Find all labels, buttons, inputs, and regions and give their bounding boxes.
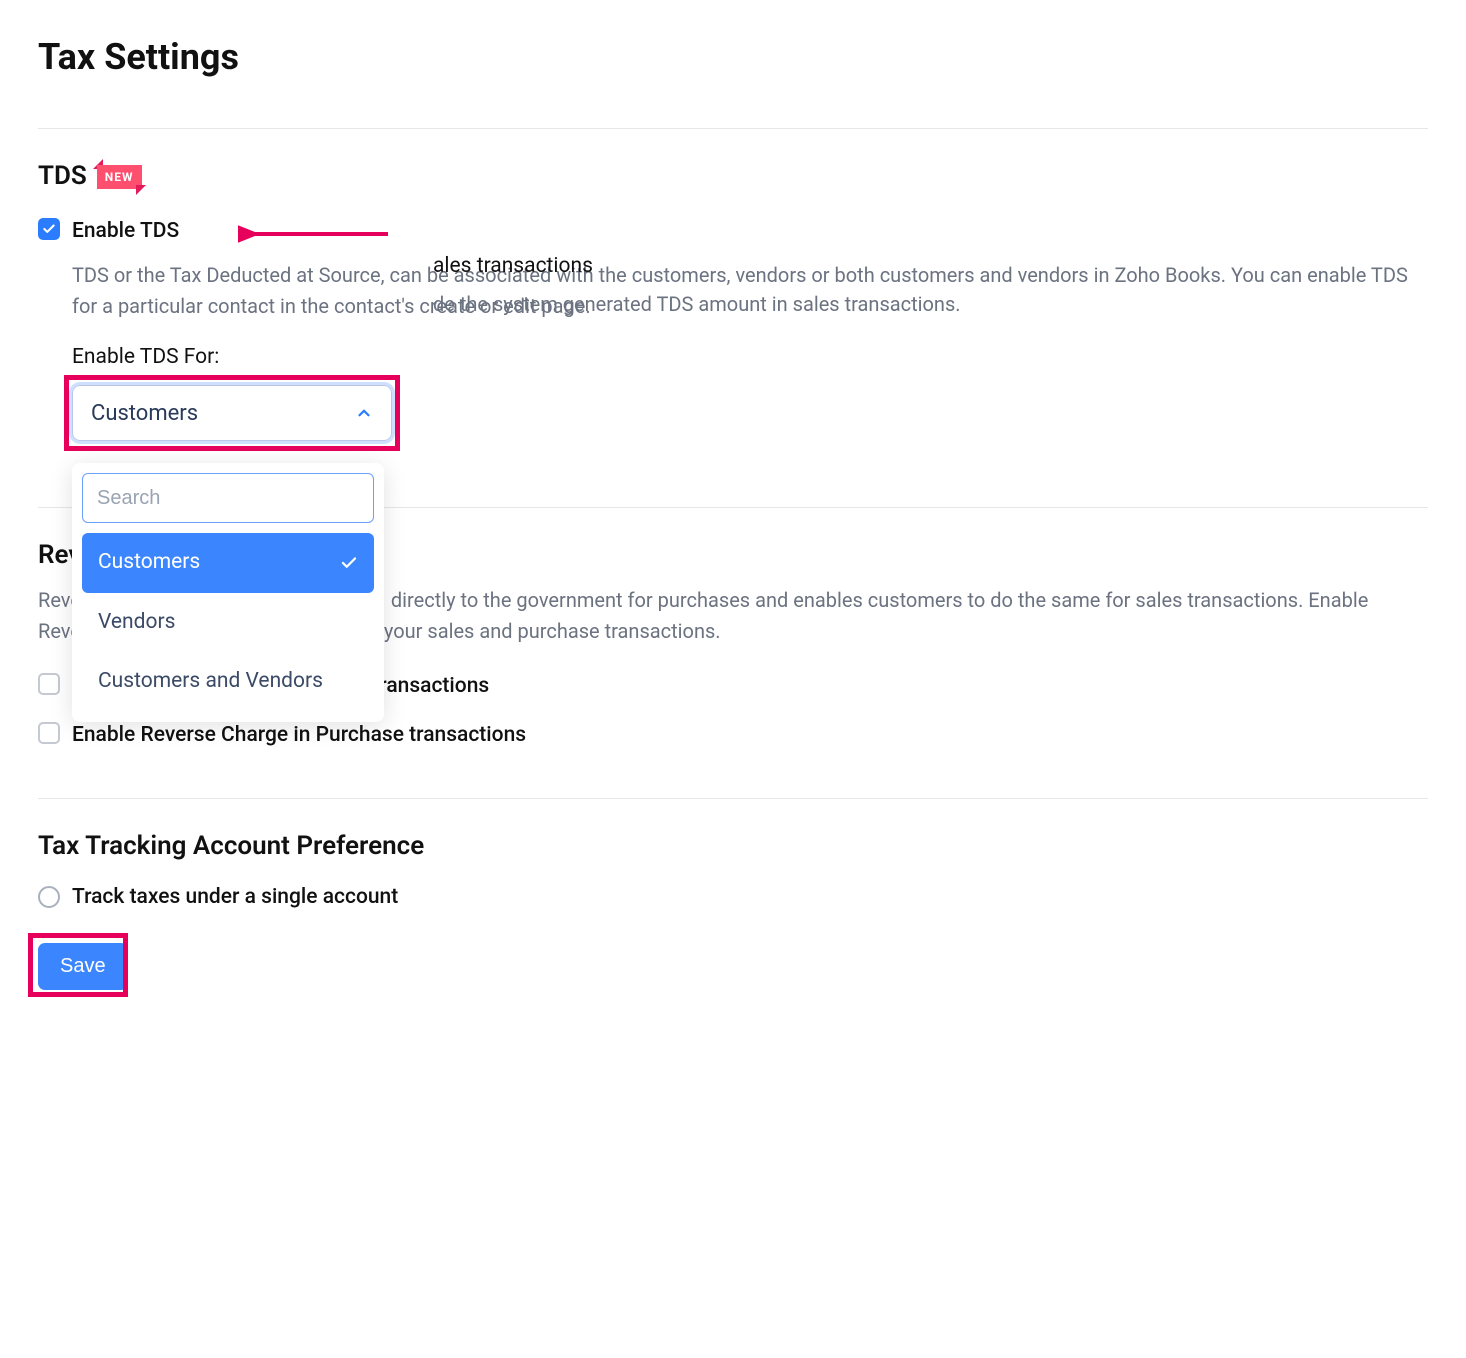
save-button[interactable]: Save <box>38 943 128 990</box>
new-badge: NEW <box>97 165 142 189</box>
check-icon <box>42 222 56 236</box>
enable-tds-for-value: Customers <box>91 397 198 430</box>
select-options: Customers Vendors Customers and Vendors <box>82 533 374 712</box>
single-account-label: Track taxes under a single account <box>72 882 398 914</box>
select-option-vendors[interactable]: Vendors <box>82 593 374 653</box>
footer-bar: Save <box>38 923 1428 1020</box>
arrow-annotation-icon <box>238 220 398 248</box>
check-icon <box>340 554 358 572</box>
select-search-input[interactable] <box>82 473 374 523</box>
enable-tds-for-select[interactable]: Customers <box>72 385 392 441</box>
tds-override-helptext-fragment: de the system generated TDS amount in sa… <box>433 289 1428 319</box>
tds-override-label-fragment: ales transactions <box>433 251 1428 283</box>
enable-tds-label: Enable TDS <box>72 216 179 248</box>
single-account-row: Track taxes under a single account <box>38 882 1428 914</box>
reverse-purchase-checkbox[interactable] <box>38 722 60 744</box>
enable-tds-checkbox[interactable] <box>38 218 60 240</box>
select-option-label: Vendors <box>98 607 175 639</box>
tds-heading-row: TDS NEW <box>38 157 1428 196</box>
select-option-customers-and-vendors[interactable]: Customers and Vendors <box>82 652 374 712</box>
tax-tracking-section: Tax Tracking Account Preference Track ta… <box>38 799 1428 924</box>
reverse-sales-checkbox[interactable] <box>38 673 60 695</box>
reverse-purchase-row: Enable Reverse Charge in Purchase transa… <box>38 720 1428 752</box>
chevron-up-icon <box>355 404 373 422</box>
select-option-customers[interactable]: Customers <box>82 533 374 593</box>
enable-tds-for-select-wrap: Customers Customers Vendors Customers an… <box>72 385 404 441</box>
select-option-label: Customers <box>98 547 200 579</box>
select-dropdown-panel: Customers Vendors Customers and Vendors <box>72 463 384 722</box>
reverse-purchase-label: Enable Reverse Charge in Purchase transa… <box>72 720 526 752</box>
tds-heading: TDS <box>38 157 87 196</box>
tax-tracking-heading: Tax Tracking Account Preference <box>38 827 1428 866</box>
tds-section: TDS NEW Enable TDS <box>38 129 1428 507</box>
single-account-radio[interactable] <box>38 886 60 908</box>
page-title: Tax Settings <box>38 30 1428 84</box>
select-option-label: Customers and Vendors <box>98 666 323 698</box>
